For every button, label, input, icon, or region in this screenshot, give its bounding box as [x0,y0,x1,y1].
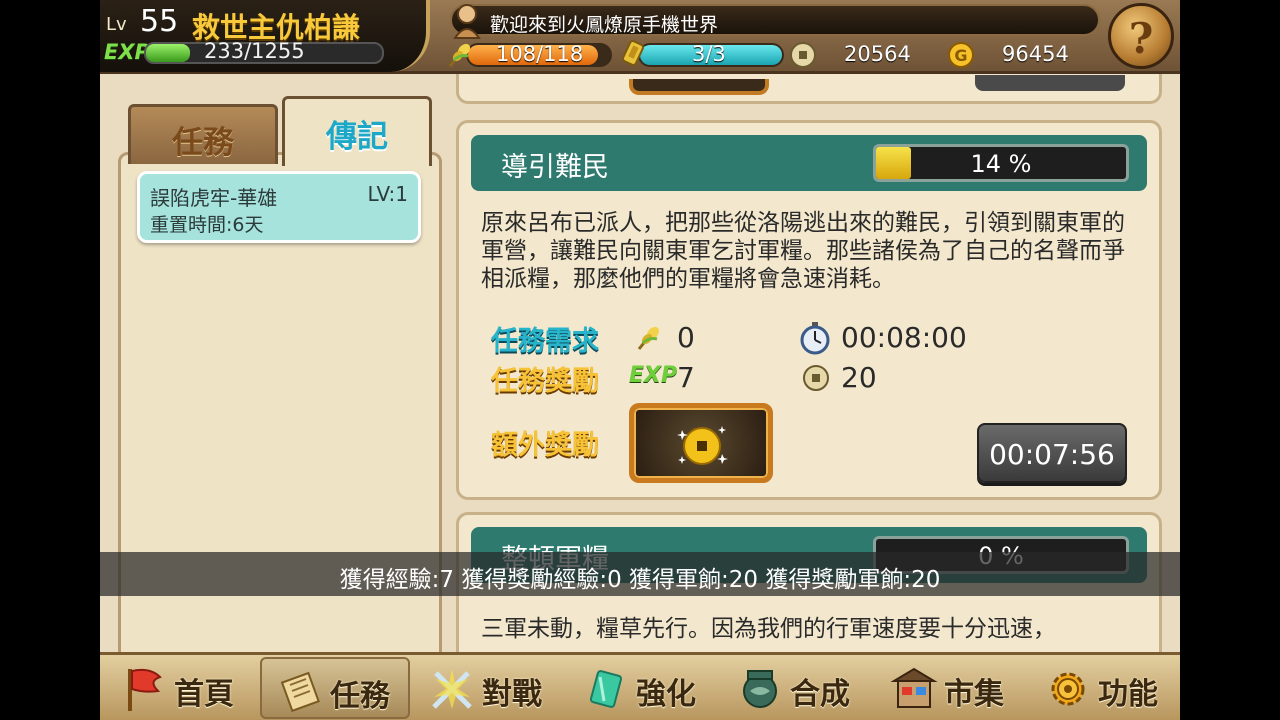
extra-reward-label: 額外獎勵 [491,430,599,461]
nav-enhance-label: 強化 [636,677,696,712]
stopwatch-icon [800,322,830,355]
scroll-icon [280,671,320,713]
player-level: 55 [140,4,179,39]
nav-functions[interactable]: 功能 [1030,657,1180,719]
quest-timer-text: 00:07:56 [989,438,1115,471]
bottom-navigation: 首頁 任務 對戰 強化 合成 市集 功能 [100,652,1180,720]
requirement-food-value: 0 [677,321,695,354]
npc-avatar-icon [453,4,481,39]
tab-biography[interactable]: 傳記 [282,96,432,166]
quest-item-reset-time: 重置時間:6天 [150,214,264,236]
nav-market-label: 市集 [944,677,1004,712]
quest-list[interactable]: 誤陷虎牢-華雄 LV:1 重置時間:6天 [118,152,442,692]
tab-tasks-label: 任務 [172,125,234,161]
nav-combine-label: 合成 [790,677,850,712]
quest-progress-bar: 14 % [873,144,1129,182]
crystal-icon [589,670,623,708]
gold-coin-value: 96454 [1002,42,1069,66]
announcement-bar[interactable]: 歡迎來到火鳳燎原手機世界 [450,4,1100,39]
token-icon [621,40,645,66]
nav-combine[interactable]: 合成 [722,657,872,719]
previous-extra-reward-frame [629,79,769,95]
quest-card: 導引難民 14 % 原來呂布已派人，把那些從洛陽逃出來的難民，引領到關東軍的軍營… [456,120,1162,500]
grain-icon [448,43,471,67]
market-stall-icon [890,667,938,708]
nav-battle[interactable]: 對戰 [414,657,564,719]
reward-label: 任務獎勵 [491,366,599,397]
copper-coin-value: 20564 [844,42,911,66]
nav-home[interactable]: 首頁 [106,657,256,719]
question-mark-icon: ? [1128,14,1154,63]
help-button[interactable]: ? [1108,3,1174,69]
requirement-time-value: 00:08:00 [841,321,967,354]
copper-coin-resource: 20564 [788,40,938,68]
nav-functions-label: 功能 [1098,677,1158,712]
top-status-bar: Lv 55 救世主仇柏謙 EXP 233/1255 歡迎來到火鳳燎原手機世界 1… [100,0,1180,74]
quest-title: 導引難民 [501,152,609,183]
gold-coin-resource: G 96454 [946,40,1096,68]
bronze-vessel-icon [743,670,777,708]
previous-timer-button[interactable] [975,75,1125,91]
gold-coin-icon: G [948,42,974,68]
exp-label-small: EXP [629,363,678,388]
gear-icon [1051,672,1085,706]
game-screen: Lv 55 救世主仇柏謙 EXP 233/1255 歡迎來到火鳳燎原手機世界 1… [100,0,1180,720]
nav-battle-label: 對戰 [482,677,542,712]
quest-item-level: LV:1 [367,182,408,206]
next-quest-description: 三軍未動，糧草先行。因為我們的行軍速度要十分迅速， [481,616,1056,642]
token-resource: 3/3 [618,40,786,68]
token-value: 3/3 [692,42,726,66]
tab-biography-label: 傳記 [326,119,388,155]
quest-progress-text: 14 % [970,150,1032,178]
announcement-text: 歡迎來到火鳳燎原手機世界 [490,14,719,36]
tab-tasks[interactable]: 任務 [128,104,278,164]
quest-list-item[interactable]: 誤陷虎牢-華雄 LV:1 重置時間:6天 [137,171,421,243]
extra-reward-button[interactable] [629,403,773,483]
requirement-label: 任務需求 [491,326,599,357]
nav-market[interactable]: 市集 [876,657,1026,719]
quest-timer-button[interactable]: 00:07:56 [977,423,1127,483]
flag-icon [128,668,162,711]
level-label: Lv [106,14,127,35]
reward-toast-text: 獲得經驗:7 獲得獎勵經驗:0 獲得軍餉:20 獲得獎勵軍餉:20 [339,567,941,593]
player-info-panel[interactable]: Lv 55 救世主仇柏謙 EXP 233/1255 [100,0,430,72]
nav-enhance[interactable]: 強化 [568,657,718,719]
gold-coin-sparkle-icon [677,426,728,465]
previous-quest-card [456,74,1162,104]
quest-card-header: 導引難民 14 % [471,135,1147,191]
copper-coin-icon [803,365,829,391]
nav-tasks[interactable]: 任務 [260,657,410,719]
exp-value: 233/1255 [204,39,305,63]
crossed-swords-icon [432,669,472,709]
nav-home-label: 首頁 [174,677,234,712]
food-resource: 108/118 [446,40,614,68]
quest-item-name: 誤陷虎牢-華雄 [150,186,278,210]
quest-description: 原來呂布已派人，把那些從洛陽逃出來的難民，引領到關東軍的軍營，讓難民向關東軍乞討… [481,210,1125,292]
reward-coin-value: 20 [841,361,877,394]
svg-text:G: G [954,46,967,65]
copper-coin-icon [790,42,816,68]
nav-tasks-label: 任務 [330,679,390,714]
food-value: 108/118 [496,42,584,66]
grain-icon [637,326,660,350]
reward-toast: 獲得經驗:7 獲得獎勵經驗:0 獲得軍餉:20 獲得獎勵軍餉:20 [100,552,1180,596]
exp-bar-fill [146,44,190,62]
reward-exp-value: 7 [677,361,695,394]
